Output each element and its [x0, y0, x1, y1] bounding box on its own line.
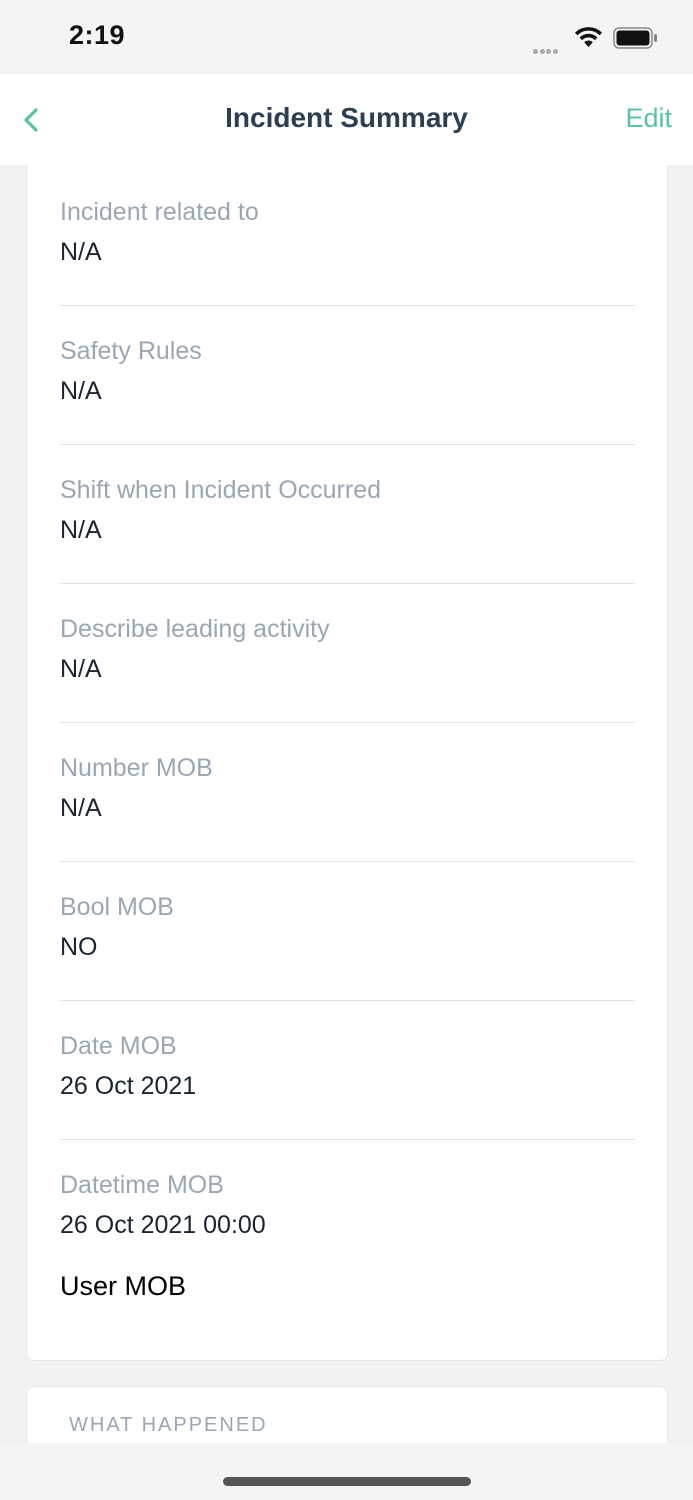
field-label: Safety Rules [60, 337, 202, 365]
home-indicator[interactable] [223, 1477, 471, 1486]
what-happened-card: WHAT HAPPENED [26, 1386, 668, 1443]
field-label: Number MOB [60, 754, 213, 782]
field-describe-leading-activity: Describe leading activity N/A [60, 583, 635, 723]
field-label: Datetime MOB [60, 1171, 224, 1199]
field-label: Date MOB [60, 1032, 177, 1060]
status-bar: 2:19 [0, 0, 693, 74]
field-value: 26 Oct 2021 [60, 1072, 197, 1100]
wifi-icon [575, 27, 602, 47]
bottom-safe-area [0, 1443, 693, 1500]
field-value: N/A [60, 238, 102, 266]
cellular-signal-icon [533, 41, 559, 59]
field-date-mob: Date MOB 26 Oct 2021 [60, 1000, 635, 1140]
field-value: NO [60, 933, 98, 961]
incident-details-card: Incident related to N/A Safety Rules N/A… [26, 165, 668, 1361]
field-value: N/A [60, 516, 102, 544]
field-value: 26 Oct 2021 00:00 [60, 1211, 266, 1239]
field-label: Describe leading activity [60, 615, 330, 643]
field-number-mob: Number MOB N/A [60, 722, 635, 862]
field-value: N/A [60, 794, 102, 822]
navigation-bar: Incident Summary Edit [0, 74, 693, 165]
status-time: 2:19 [69, 20, 126, 50]
field-value: N/A [60, 655, 102, 683]
edit-button[interactable]: Edit [625, 103, 672, 134]
section-title: WHAT HAPPENED [69, 1414, 268, 1436]
field-bool-mob: Bool MOB NO [60, 861, 635, 1001]
field-label: Shift when Incident Occurred [60, 476, 381, 504]
field-shift-when-incident-occurred: Shift when Incident Occurred N/A [60, 444, 635, 584]
page-title: Incident Summary [225, 102, 468, 133]
field-datetime-mob: Datetime MOB 26 Oct 2021 00:00 [60, 1139, 635, 1239]
field-incident-related-to: Incident related to N/A [60, 166, 635, 306]
field-user-mob-label: User MOB [60, 1271, 187, 1301]
field-safety-rules: Safety Rules N/A [60, 305, 635, 445]
field-value: N/A [60, 377, 102, 405]
battery-icon [613, 27, 657, 49]
content-scroll-area[interactable]: Incident related to N/A Safety Rules N/A… [0, 165, 693, 1443]
field-label: Incident related to [60, 198, 259, 226]
field-label: Bool MOB [60, 893, 174, 921]
